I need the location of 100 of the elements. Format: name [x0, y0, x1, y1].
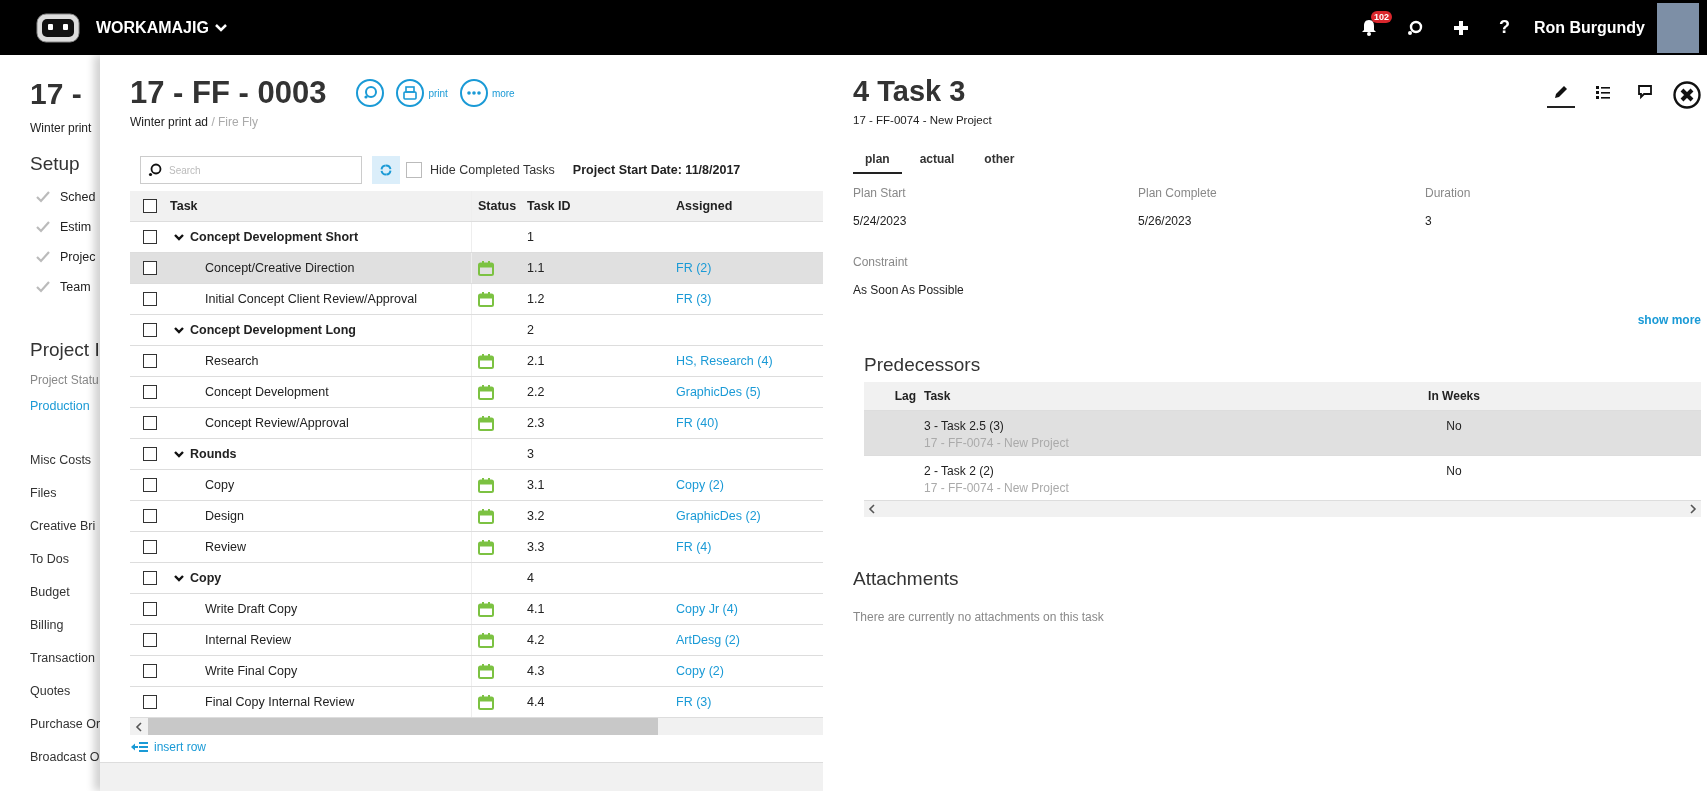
column-header[interactable]: Assigned: [676, 199, 823, 213]
task-id: 1.1: [527, 261, 546, 275]
caret-icon[interactable]: [174, 326, 184, 334]
chevron-down-icon: [214, 23, 227, 32]
column-header[interactable]: Task ID: [527, 199, 676, 213]
tab[interactable]: actual: [907, 150, 967, 174]
task-name: Internal Review: [205, 633, 292, 647]
checkbox[interactable]: [143, 664, 157, 678]
add-button[interactable]: [1452, 19, 1469, 36]
scroll-right-icon[interactable]: [1689, 504, 1697, 514]
printer-icon: [396, 79, 425, 107]
column-header[interactable]: Task: [924, 389, 1404, 403]
search-icon: [1406, 19, 1423, 36]
checkbox[interactable]: [143, 199, 157, 213]
task-name: Concept Development: [205, 385, 329, 399]
checkbox[interactable]: [143, 540, 157, 554]
nav-item[interactable]: Purchase Or: [30, 717, 100, 731]
search-button[interactable]: [1406, 19, 1423, 36]
caret-icon[interactable]: [174, 450, 184, 458]
close-button[interactable]: [1673, 81, 1701, 109]
column-header[interactable]: Task: [170, 199, 198, 213]
setup-item[interactable]: Projec: [60, 250, 96, 264]
refresh-button[interactable]: [372, 156, 400, 184]
project-subtitle: Winter print ad / Fire Fly: [130, 115, 260, 129]
task-name: Copy: [205, 478, 235, 492]
setup-item[interactable]: Sched: [60, 190, 96, 204]
task-id: 2.3: [527, 416, 546, 430]
checkbox[interactable]: [143, 695, 157, 709]
task-name: Final Copy Internal Review: [205, 695, 355, 709]
column-header[interactable]: In Weeks: [1404, 389, 1504, 403]
horizontal-scrollbar[interactable]: [130, 718, 823, 735]
task-id: 2.2: [527, 385, 546, 399]
task-id: 4: [527, 571, 535, 585]
predecessor-task: 2 - Task 2 (2): [924, 464, 995, 478]
nav-item[interactable]: Quotes: [30, 684, 100, 698]
task-group-name: Copy: [190, 571, 222, 585]
task-name: Research: [205, 354, 259, 368]
insert-row-icon: [130, 741, 148, 753]
page-subtitle: Winter print: [30, 121, 93, 135]
checkbox[interactable]: [143, 571, 157, 585]
nav-item[interactable]: Broadcast O: [30, 750, 100, 764]
nav-item[interactable]: Transaction: [30, 651, 100, 665]
task-id: 3.3: [527, 540, 546, 554]
task-group-name: Concept Development Short: [190, 230, 359, 244]
checkbox[interactable]: [143, 323, 157, 337]
checkbox[interactable]: [143, 478, 157, 492]
checkbox[interactable]: [143, 447, 157, 461]
search-field[interactable]: Search: [140, 156, 362, 184]
task-id: 3.1: [527, 478, 546, 492]
checkbox[interactable]: [143, 385, 157, 399]
nav-item[interactable]: To Dos: [30, 552, 100, 566]
field-label: Project Statu: [30, 373, 100, 387]
user-name[interactable]: Ron Burgundy: [1533, 18, 1645, 37]
predecessor-project: 17 - FF-0074 - New Project: [924, 481, 1070, 495]
task-id: 4.4: [527, 695, 546, 709]
task-id: 1.2: [527, 292, 546, 306]
setup-item[interactable]: Estim: [60, 220, 92, 234]
caret-icon[interactable]: [174, 574, 184, 582]
robot-logo-icon[interactable]: [36, 12, 80, 43]
nav-item[interactable]: Billing: [30, 618, 100, 632]
task-name: Concept Review/Approval: [205, 416, 349, 430]
app-menu-button[interactable]: WORKAMAJIG: [96, 18, 227, 37]
search-icon: [356, 79, 385, 107]
nav-item[interactable]: Budget: [30, 585, 100, 599]
scroll-left-icon[interactable]: [134, 721, 144, 732]
field-label: Duration: [1425, 186, 1472, 200]
checkbox[interactable]: [143, 292, 157, 306]
field-label: Plan Start: [853, 186, 907, 200]
setup-item[interactable]: Team: [60, 280, 91, 294]
nav-item[interactable]: Creative Bri: [30, 519, 100, 533]
tab[interactable]: other: [972, 150, 1027, 174]
checkbox[interactable]: [143, 416, 157, 430]
task-group-name: Concept Development Long: [190, 323, 356, 337]
task-id: 2: [527, 323, 535, 337]
nav-item[interactable]: Misc Costs: [30, 453, 100, 467]
pencil-icon: [1553, 84, 1569, 100]
notifications-button[interactable]: [1360, 19, 1377, 36]
help-button[interactable]: ?: [1498, 17, 1510, 38]
checkbox[interactable]: [143, 602, 157, 616]
checkbox[interactable]: [143, 354, 157, 368]
page-title: 17 -: [30, 77, 83, 112]
caret-icon[interactable]: [174, 233, 184, 241]
scroll-left-icon[interactable]: [868, 504, 876, 514]
checkbox[interactable]: [143, 633, 157, 647]
section-heading: Setup: [30, 153, 81, 175]
task-name: Write Draft Copy: [205, 602, 298, 616]
field-label: Plan Complete: [1138, 186, 1218, 200]
hide-completed-checkbox[interactable]: Hide Completed Tasks: [406, 162, 555, 178]
field-value: As Soon As Possible: [853, 283, 965, 297]
checkbox[interactable]: [143, 509, 157, 523]
predecessor-task: 3 - Task 2.5 (3): [924, 419, 1005, 433]
refresh-icon: [380, 164, 392, 176]
section-heading: Attachments: [853, 568, 960, 590]
nav-item[interactable]: Files: [30, 486, 100, 500]
horizontal-scrollbar[interactable]: [864, 501, 1701, 517]
tab[interactable]: plan: [853, 150, 902, 174]
column-header[interactable]: Lag: [864, 389, 924, 403]
checkbox[interactable]: [143, 261, 157, 275]
checkbox[interactable]: [143, 230, 157, 244]
column-header[interactable]: Status: [472, 199, 527, 213]
